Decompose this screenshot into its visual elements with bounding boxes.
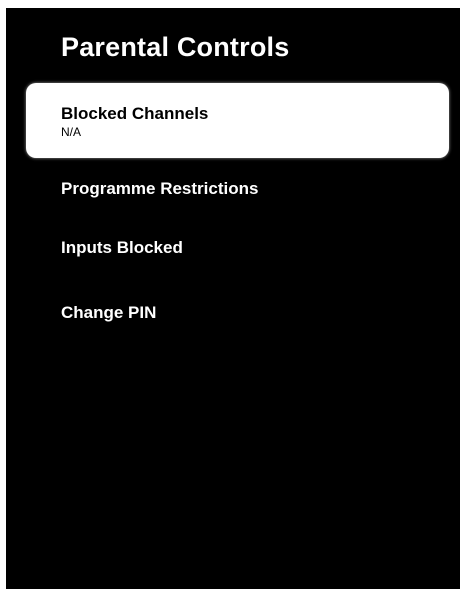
menu-item-blocked-channels[interactable]: Blocked Channels N/A <box>26 83 449 158</box>
page-title: Parental Controls <box>61 32 290 62</box>
menu-item-label: Inputs Blocked <box>61 238 183 257</box>
tv-screen: Parental Controls Blocked Channels N/A P… <box>6 8 460 589</box>
menu-item-label: Programme Restrictions <box>61 179 259 198</box>
menu-item-programme-restrictions[interactable]: Programme Restrictions <box>26 179 449 199</box>
menu-item-change-pin[interactable]: Change PIN <box>26 303 449 323</box>
menu-item-value: N/A <box>61 125 82 139</box>
menu-item-label: Change PIN <box>61 303 157 322</box>
menu-item-inputs-blocked[interactable]: Inputs Blocked <box>26 238 449 258</box>
menu-item-label: Blocked Channels <box>61 104 209 123</box>
